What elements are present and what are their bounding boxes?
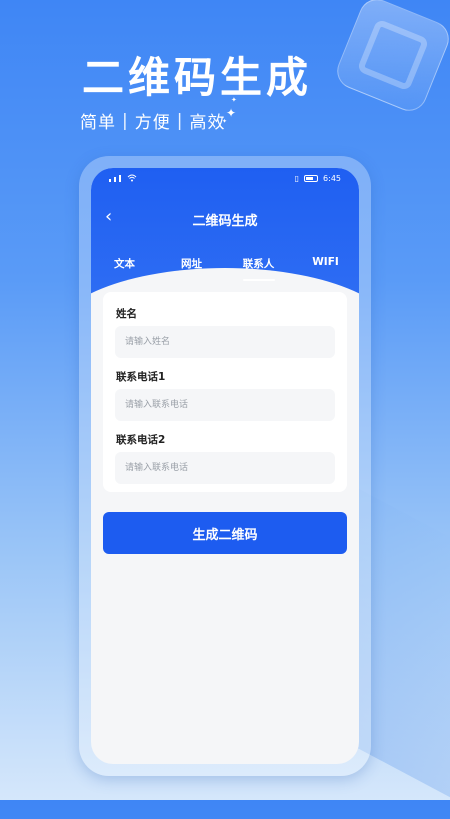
- sparkle-icon: ✦: [231, 96, 237, 104]
- signal-icon: [109, 174, 137, 182]
- battery-icon: [304, 175, 319, 182]
- phone1-label: 联系电话1: [116, 371, 166, 383]
- sparkle-icon: ✦: [226, 106, 237, 120]
- tagline-separator: |: [176, 110, 184, 131]
- status-bar: ▯ 6:45: [91, 172, 359, 188]
- status-right: ▯ 6:45: [295, 174, 341, 183]
- phone2-input[interactable]: [115, 452, 335, 484]
- hero-tagline: 简单 | 方便 | 高效: [80, 108, 226, 134]
- name-input[interactable]: [115, 326, 335, 358]
- tagline-separator: |: [122, 110, 129, 131]
- status-time: 6:45: [323, 174, 341, 183]
- page-title: 二维码生成: [192, 214, 258, 229]
- tagline-convenient: 方便: [134, 113, 171, 133]
- nav-bar: ‹ 二维码生成: [91, 206, 359, 230]
- qr-cube-decoration: [331, 0, 450, 117]
- vibrate-icon: ▯: [294, 174, 300, 183]
- generate-qr-button[interactable]: 生成二维码: [103, 512, 347, 554]
- wifi-icon: [127, 174, 137, 182]
- contact-form: 姓名 联系电话1 联系电话2: [103, 292, 347, 492]
- sparkle-icon: ✦: [222, 118, 228, 125]
- phone1-input[interactable]: [115, 389, 335, 421]
- type-tabs: 文本 网址 联系人 WIFI: [91, 256, 359, 282]
- phone-screen: ▯ 6:45 ‹ 二维码生成 文本 网址 联系人 WIFI 姓名 联系电话1 联…: [91, 168, 359, 764]
- tagline-simple: 简单: [80, 113, 116, 133]
- phone2-label: 联系电话2: [116, 434, 166, 446]
- tab-wifi[interactable]: WIFI: [292, 256, 359, 282]
- hero-title: 二维码生成: [82, 53, 313, 102]
- tab-url[interactable]: 网址: [158, 256, 225, 282]
- name-label: 姓名: [116, 308, 137, 320]
- tagline-efficient: 高效: [189, 113, 226, 133]
- tab-contact[interactable]: 联系人: [225, 256, 292, 282]
- tab-text[interactable]: 文本: [91, 256, 158, 282]
- qr-frame-icon: [356, 18, 430, 92]
